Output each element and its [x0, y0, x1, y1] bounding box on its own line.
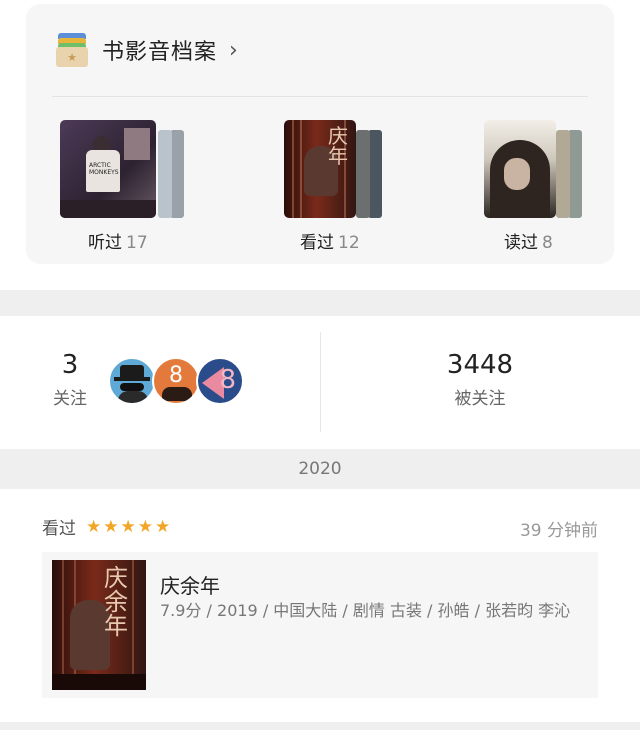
- following-count: 3: [61, 350, 79, 380]
- archive-group-label: 读过 8: [504, 228, 553, 253]
- archive-group-listened[interactable]: ARCTIC MONKEYS 听过 17: [60, 120, 190, 260]
- activity-timestamp: 39 分钟前: [519, 521, 598, 541]
- divider: [320, 332, 321, 432]
- followers-label: 被关注: [454, 389, 506, 409]
- following-avatars: 8 8: [108, 357, 248, 405]
- work-poster: 庆余年: [52, 560, 146, 690]
- star-icon: ★: [103, 516, 119, 537]
- album-cover: ARCTIC MONKEYS: [60, 120, 156, 218]
- followers-stat[interactable]: 3448 被关注: [420, 350, 540, 409]
- divider: [52, 96, 588, 97]
- group-name: 读过: [504, 233, 538, 253]
- archive-box-icon: ★: [56, 33, 88, 67]
- star-icon: ★: [120, 516, 136, 537]
- cover-back: [368, 130, 382, 218]
- timeline-year-header: 2020: [0, 449, 640, 489]
- following-stat[interactable]: 3 关注: [40, 350, 100, 409]
- cover-back: [556, 130, 570, 218]
- group-name: 听过: [88, 233, 122, 253]
- cover-back: [568, 130, 582, 218]
- star-icon: ★: [86, 516, 102, 537]
- cover-stack: [484, 120, 614, 220]
- archive-title: 书影音档案: [102, 40, 218, 65]
- avatar[interactable]: [108, 357, 156, 405]
- cover-stack: 庆年: [284, 120, 414, 220]
- archive-group-watched[interactable]: 庆年 看过 12: [284, 120, 414, 260]
- book-cover: [484, 120, 556, 218]
- work-title: 庆余年: [160, 574, 220, 598]
- section-separator: [0, 722, 640, 730]
- work-meta: 7.9分 / 2019 / 中国大陆 / 剧情 古装 / 孙皓 / 张若昀 李沁: [160, 601, 571, 620]
- star-icon: ★: [155, 516, 171, 537]
- media-archive-card: ★ 书影音档案 › ARCTIC MONKEYS 听过 17 庆 年 看过 12…: [26, 4, 614, 264]
- archive-group-label: 听过 17: [88, 228, 148, 253]
- cover-back: [356, 130, 370, 218]
- cover-back: [170, 130, 184, 218]
- avatar[interactable]: 8: [152, 357, 200, 405]
- group-name: 看过: [300, 233, 334, 253]
- rating-stars: ★ ★ ★ ★ ★: [86, 517, 172, 537]
- archive-group-read[interactable]: 读过 8: [484, 120, 614, 260]
- section-separator: [0, 290, 640, 316]
- star-icon: ★: [137, 516, 153, 537]
- cover-stack: ARCTIC MONKEYS: [60, 120, 190, 220]
- group-count: 17: [126, 233, 148, 253]
- drama-poster: 庆年: [284, 120, 356, 218]
- archive-group-label: 看过 12: [300, 228, 360, 253]
- followers-count: 3448: [446, 350, 514, 380]
- chevron-right-icon: ›: [229, 37, 238, 63]
- avatar[interactable]: 8: [196, 357, 244, 405]
- following-label: 关注: [53, 389, 87, 409]
- group-count: 12: [338, 233, 360, 253]
- activity-action: 看过 ★ ★ ★ ★ ★: [42, 514, 172, 540]
- cover-back: [158, 130, 172, 218]
- work-card[interactable]: 庆余年 庆余年 7.9分 / 2019 / 中国大陆 / 剧情 古装 / 孙皓 …: [42, 552, 598, 698]
- archive-header[interactable]: ★ 书影音档案 ›: [56, 32, 238, 68]
- activity-action-label: 看过: [42, 519, 76, 539]
- group-count: 8: [542, 233, 553, 253]
